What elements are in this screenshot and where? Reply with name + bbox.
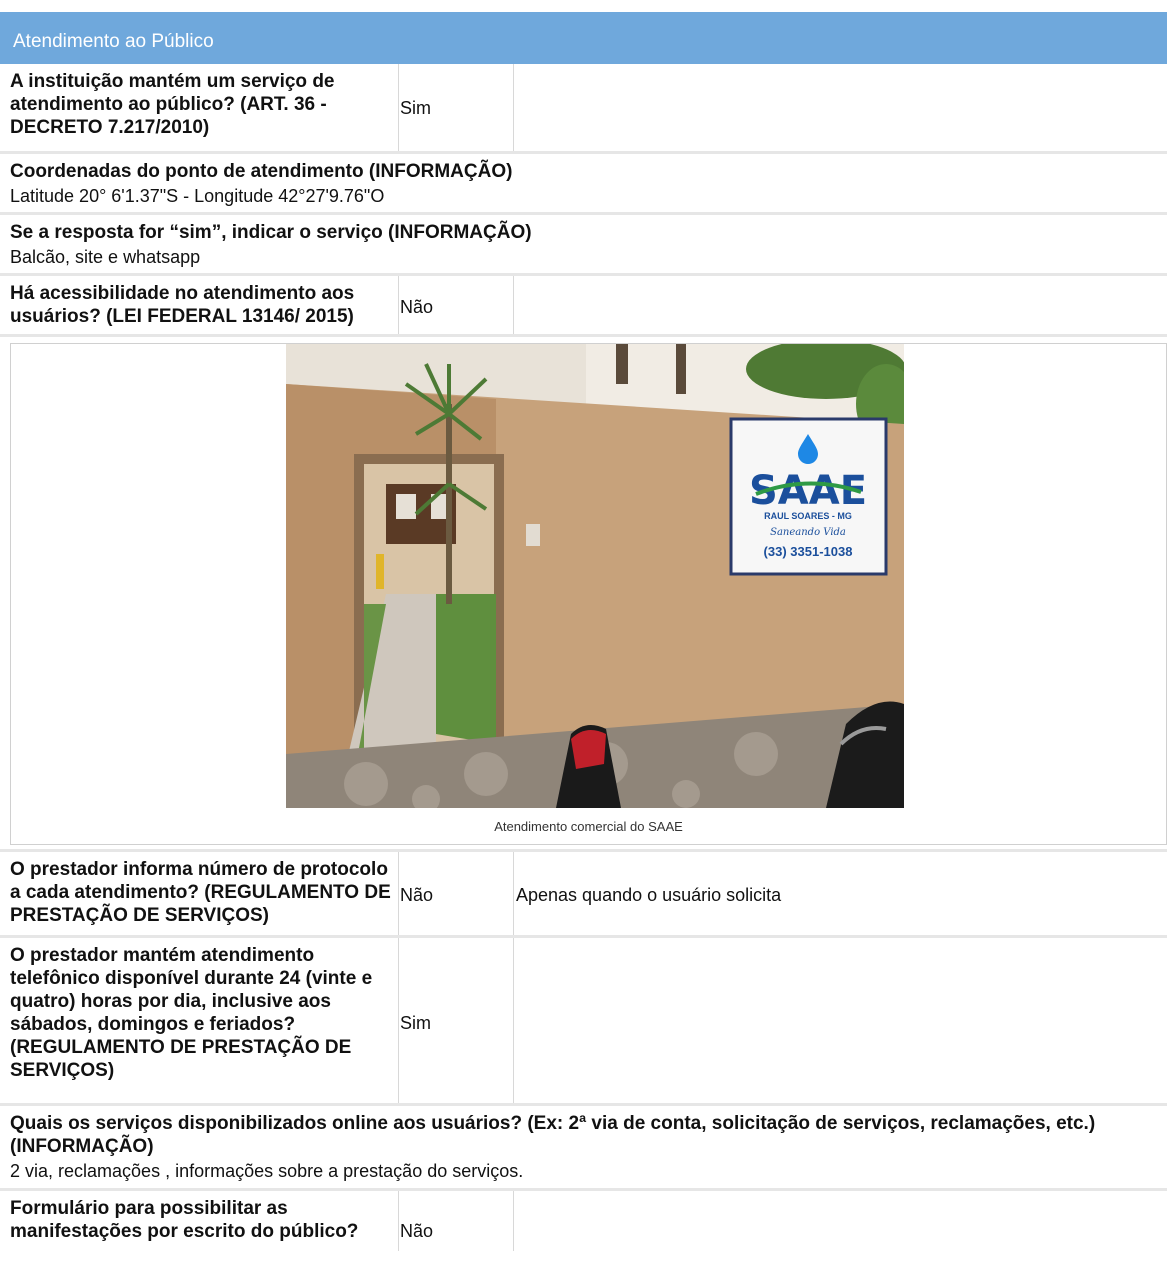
table-row: Coordenadas do ponto de atendimento (INF… xyxy=(0,154,1167,215)
section-header: Atendimento ao Público xyxy=(0,12,1167,64)
table-row: A instituição mantém um serviço de atend… xyxy=(0,64,1167,154)
answer-text: Não xyxy=(400,1221,434,1241)
question-text: Quais os serviços disponibilizados onlin… xyxy=(10,1113,1096,1157)
question-text: A instituição mantém um serviço de atend… xyxy=(10,71,335,138)
table-row: Se a resposta for “sim”, indicar o servi… xyxy=(0,215,1167,276)
table-row: Há acessibilidade no atendimento aos usu… xyxy=(0,276,1167,337)
question-text: O prestador mantém atendimento telefônic… xyxy=(10,945,373,1081)
table-row: O prestador informa número de protocolo … xyxy=(0,852,1167,938)
table-row: Formulário para possibilitar as manifest… xyxy=(0,1191,1167,1251)
photo-frame: SAAE RAUL SOARES - MG Saneando Vida (33)… xyxy=(10,343,1167,845)
table-row: Quais os serviços disponibilizados onlin… xyxy=(0,1106,1167,1191)
sign-phone-text: (33) 3351-1038 xyxy=(764,544,853,559)
answer-text: Sim xyxy=(400,1013,431,1033)
question-text: Se a resposta for “sim”, indicar o servi… xyxy=(10,222,532,243)
sign-slogan-text: Saneando Vida xyxy=(770,527,846,538)
section-title: Atendimento ao Público xyxy=(13,31,214,52)
table-row: O prestador mantém atendimento telefônic… xyxy=(0,938,1167,1106)
photo-caption: Atendimento comercial do SAAE xyxy=(494,819,683,834)
question-text: Coordenadas do ponto de atendimento (INF… xyxy=(10,161,513,182)
answer-text: Não xyxy=(400,885,434,905)
storefront-photo: SAAE RAUL SOARES - MG Saneando Vida (33)… xyxy=(286,344,904,808)
sign-city-text: RAUL SOARES - MG xyxy=(764,511,852,521)
report-page: Atendimento ao Público A instituição man… xyxy=(0,12,1167,1251)
answer-text: 2 via, reclamações , informações sobre a… xyxy=(10,1161,524,1181)
question-text: O prestador informa número de protocolo … xyxy=(10,859,391,926)
answer-text: Sim xyxy=(400,98,431,118)
question-text: Há acessibilidade no atendimento aos usu… xyxy=(10,283,355,327)
photo-row: SAAE RAUL SOARES - MG Saneando Vida (33)… xyxy=(0,337,1167,852)
question-text: Formulário para possibilitar as manifest… xyxy=(10,1198,359,1242)
answer-text: Não xyxy=(400,297,434,317)
note-text: Apenas quando o usuário solicita xyxy=(516,885,782,905)
answer-text: Latitude 20° 6'1.37"S - Longitude 42°27'… xyxy=(10,186,385,206)
answer-text: Balcão, site e whatsapp xyxy=(10,247,201,267)
